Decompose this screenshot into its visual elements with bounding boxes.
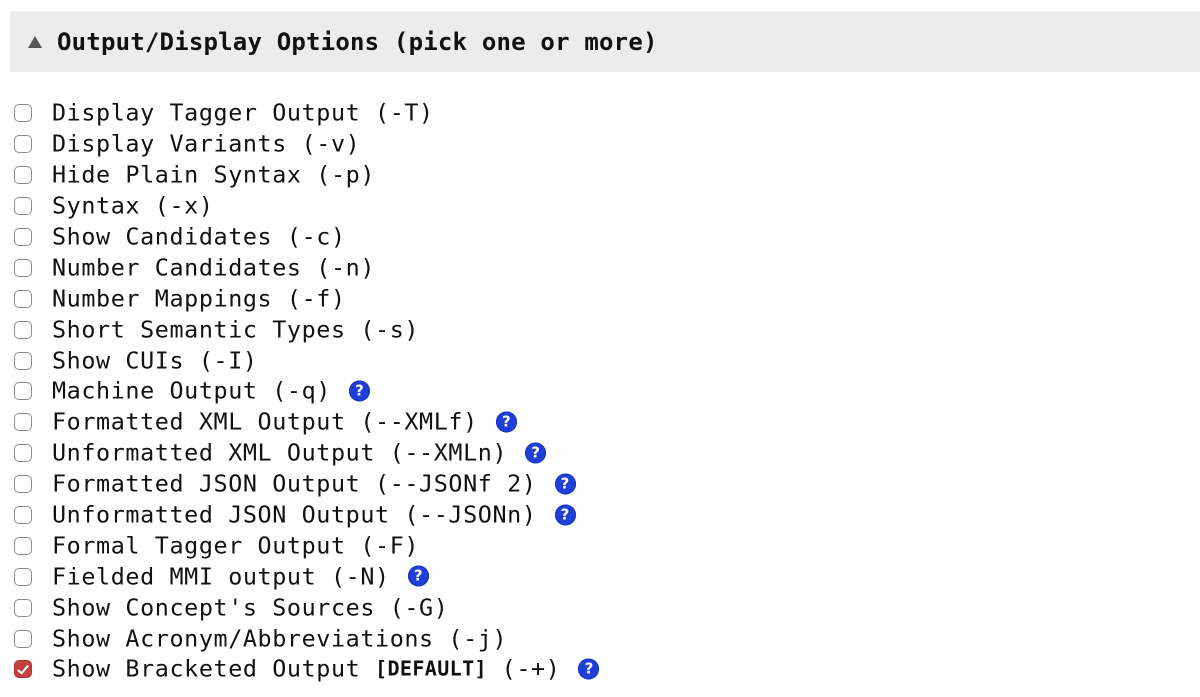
- option-label[interactable]: Fielded MMI output (-N): [52, 562, 390, 590]
- option-label[interactable]: Show CUIs (-I): [52, 346, 258, 374]
- option-row-show-bracketed-output: Show Bracketed Output [DEFAULT] (-+)?: [0, 654, 1200, 685]
- option-label[interactable]: Formatted JSON Output (--JSONf 2): [52, 470, 537, 498]
- checkbox-number-mappings[interactable]: [14, 289, 32, 308]
- option-label[interactable]: Show Acronym/Abbreviations (-j): [52, 624, 507, 652]
- options-list: Display Tagger Output (-T) Display Varia…: [0, 98, 1200, 685]
- option-label-wrap: Fielded MMI output (-N)?: [52, 562, 429, 590]
- option-row-machine-output: Machine Output (-q)?: [0, 376, 1200, 407]
- checkbox-display-tagger-output[interactable]: [14, 104, 32, 123]
- option-label[interactable]: Unformatted JSON Output (--JSONn): [52, 500, 537, 528]
- option-row-show-concepts-sources: Show Concept's Sources (-G): [0, 592, 1200, 623]
- help-icon[interactable]: ?: [407, 565, 429, 587]
- checkbox-formatted-xml-output[interactable]: [14, 413, 32, 432]
- option-row-unformatted-xml-output: Unformatted XML Output (--XMLn)?: [0, 438, 1200, 469]
- checkbox-unformatted-json-output[interactable]: [14, 506, 32, 525]
- option-label-suffix: (-+): [487, 654, 561, 683]
- default-tag: [DEFAULT]: [375, 656, 487, 681]
- option-label-wrap: Formatted XML Output (--XMLf)?: [52, 408, 517, 436]
- checkbox-display-variants[interactable]: [14, 135, 32, 154]
- checkbox-machine-output[interactable]: [14, 382, 32, 401]
- option-label-wrap: Unformatted XML Output (--XMLn)?: [52, 439, 547, 467]
- option-label[interactable]: Hide Plain Syntax (-p): [52, 161, 375, 189]
- checkbox-show-candidates[interactable]: [14, 228, 32, 246]
- collapse-triangle-icon[interactable]: [28, 36, 42, 48]
- option-label-wrap: Formatted JSON Output (--JSONf 2)?: [52, 470, 576, 498]
- help-icon[interactable]: ?: [348, 380, 370, 402]
- option-row-number-mappings: Number Mappings (-f): [0, 283, 1200, 314]
- checkbox-fielded-mmi-output[interactable]: [14, 567, 32, 586]
- option-label[interactable]: Show Concept's Sources (-G): [52, 593, 448, 621]
- option-row-fielded-mmi-output: Fielded MMI output (-N)?: [0, 561, 1200, 592]
- checkbox-hide-plain-syntax[interactable]: [14, 166, 32, 185]
- help-icon[interactable]: ?: [554, 473, 576, 495]
- option-label[interactable]: Syntax (-x): [52, 192, 214, 220]
- option-row-formatted-xml-output: Formatted XML Output (--XMLf)?: [0, 407, 1200, 438]
- checkbox-show-cuis[interactable]: [14, 351, 32, 370]
- section-header-output-display-options[interactable]: Output/Display Options (pick one or more…: [10, 11, 1200, 72]
- option-label[interactable]: Formatted XML Output (--XMLf): [52, 408, 478, 436]
- option-label[interactable]: Number Candidates (-n): [52, 253, 375, 281]
- option-label-wrap: Unformatted JSON Output (--JSONn)?: [52, 500, 576, 528]
- checkbox-unformatted-xml-output[interactable]: [14, 444, 32, 463]
- checkbox-number-candidates[interactable]: [14, 258, 32, 277]
- checkbox-formatted-json-output[interactable]: [14, 475, 32, 494]
- checkbox-short-semantic-types[interactable]: [14, 320, 32, 339]
- option-label[interactable]: Display Variants (-v): [52, 130, 360, 158]
- option-row-show-candidates: Show Candidates (-c): [0, 222, 1200, 253]
- checkbox-show-concepts-sources[interactable]: [14, 598, 32, 617]
- option-label[interactable]: Show Candidates (-c): [52, 222, 346, 250]
- option-row-display-variants: Display Variants (-v): [0, 129, 1200, 160]
- option-row-hide-plain-syntax: Hide Plain Syntax (-p): [0, 160, 1200, 191]
- option-row-syntax: Syntax (-x): [0, 191, 1200, 222]
- option-label[interactable]: Number Mappings (-f): [52, 284, 346, 312]
- option-label[interactable]: Formal Tagger Output (-F): [52, 531, 419, 559]
- option-label[interactable]: Show Bracketed Output: [52, 655, 375, 683]
- option-row-show-acronym-abbreviations: Show Acronym/Abbreviations (-j): [0, 623, 1200, 654]
- checkbox-formal-tagger-output[interactable]: [14, 536, 32, 555]
- option-row-display-tagger-output: Display Tagger Output (-T): [0, 98, 1200, 129]
- checkbox-syntax[interactable]: [14, 197, 32, 216]
- section-title: Output/Display Options (pick one or more…: [57, 27, 658, 56]
- option-label[interactable]: Display Tagger Output (-T): [52, 99, 434, 127]
- help-icon[interactable]: ?: [554, 503, 576, 525]
- help-icon[interactable]: ?: [525, 442, 547, 464]
- option-row-unformatted-json-output: Unformatted JSON Output (--JSONn)?: [0, 500, 1200, 531]
- option-label-wrap: Machine Output (-q)?: [52, 377, 370, 405]
- option-label[interactable]: Unformatted XML Output (--XMLn): [52, 439, 507, 467]
- checkbox-show-acronym-abbreviations[interactable]: [14, 629, 32, 648]
- help-icon[interactable]: ?: [578, 658, 600, 680]
- checkbox-show-bracketed-output[interactable]: [14, 660, 32, 679]
- option-row-show-cuis: Show CUIs (-I): [0, 345, 1200, 376]
- option-row-formatted-json-output: Formatted JSON Output (--JSONf 2)?: [0, 469, 1200, 500]
- option-label-wrap: Show Bracketed Output [DEFAULT] (-+)?: [52, 654, 600, 683]
- option-row-short-semantic-types: Short Semantic Types (-s): [0, 314, 1200, 345]
- option-row-formal-tagger-output: Formal Tagger Output (-F): [0, 530, 1200, 561]
- help-icon[interactable]: ?: [495, 411, 517, 433]
- option-label[interactable]: Machine Output (-q): [52, 377, 331, 405]
- option-row-number-candidates: Number Candidates (-n): [0, 252, 1200, 283]
- option-label[interactable]: Short Semantic Types (-s): [52, 315, 419, 343]
